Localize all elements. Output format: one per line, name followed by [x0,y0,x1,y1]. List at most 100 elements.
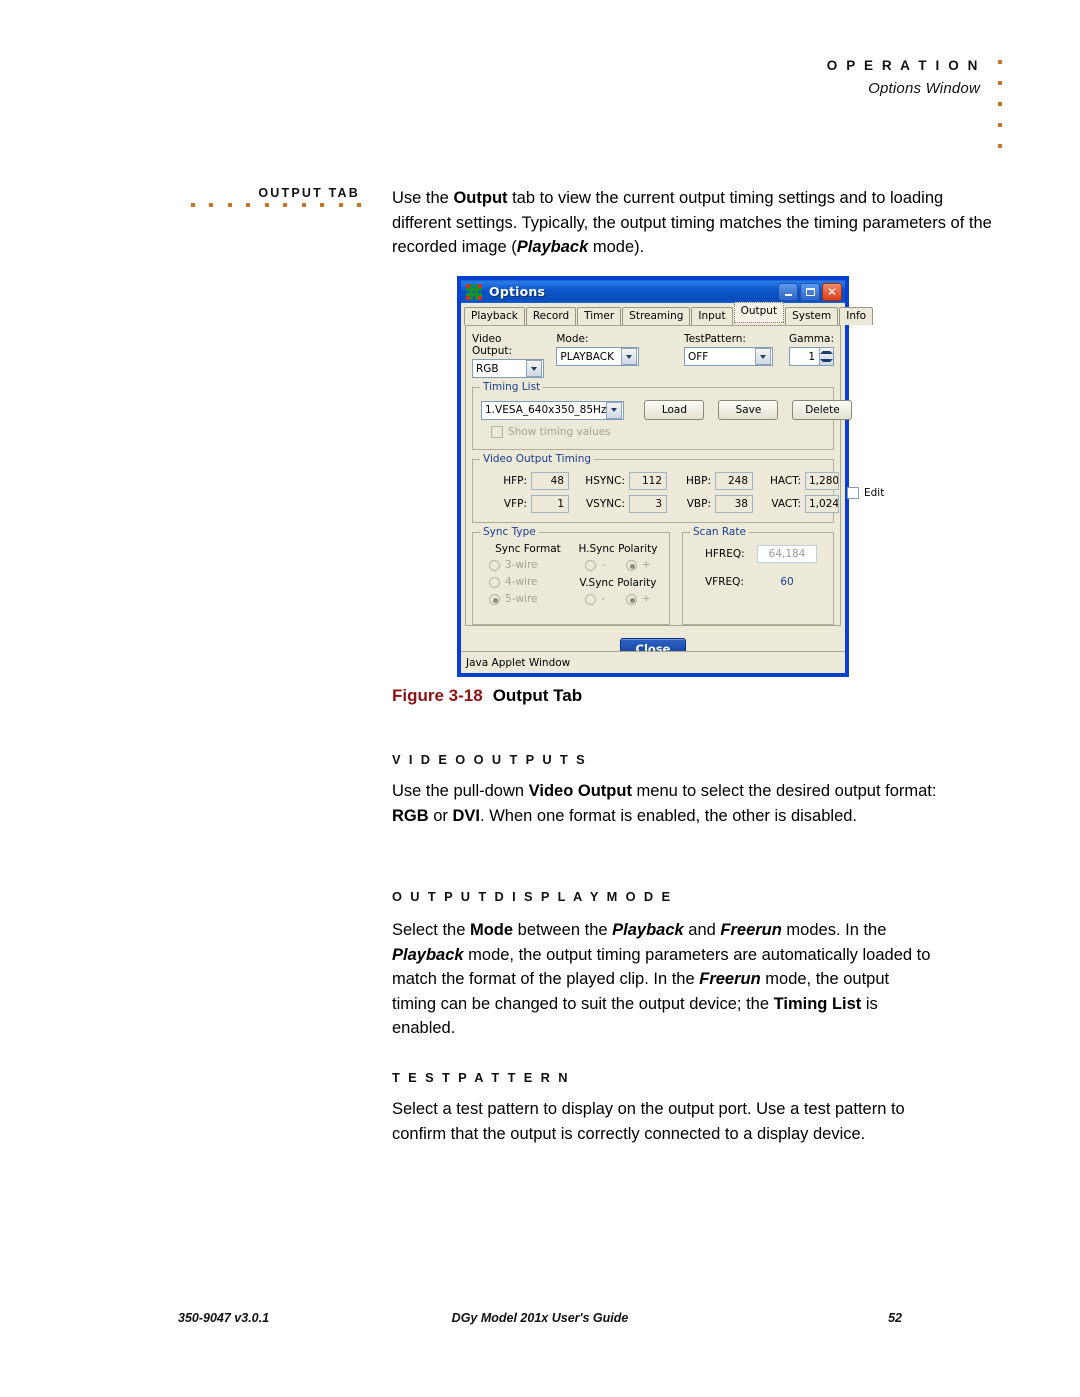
gamma-stepper-buttons[interactable] [819,348,833,365]
vo-text-e: or [428,806,453,825]
hfp-value[interactable]: 48 [531,472,569,490]
checkbox-box [491,426,503,438]
tab-output[interactable]: Output [733,302,785,323]
chevron-down-icon[interactable] [620,348,637,365]
vsync-value[interactable]: 3 [629,495,667,513]
figure-number: Figure 3-18 [392,686,483,705]
dot [998,144,1002,148]
hsync-polarity-label: H.Sync Polarity [578,543,658,555]
scan-rate-group: Scan Rate HFREQ: 64,184 VFREQ: 60 [682,526,834,625]
tab-record[interactable]: Record [525,307,577,325]
dot [998,102,1002,106]
chevron-down-icon[interactable] [755,348,771,365]
stepper-up-icon[interactable] [820,348,833,357]
hsync-minus-radio[interactable]: - [585,559,605,571]
dot [320,203,325,207]
hact-value[interactable]: 1,280 [805,472,839,490]
show-timing-values-checkbox[interactable]: Show timing values [491,426,825,438]
load-button[interactable]: Load [644,400,705,420]
window-controls[interactable]: ✕ [778,282,842,301]
intro-bold-output: Output [453,189,508,207]
vo-bold-dvi: DVI [452,806,481,825]
vsync-plus-radio[interactable]: + [625,593,651,605]
scan-rate-legend: Scan Rate [690,526,749,538]
dot [998,60,1002,64]
dot [356,203,361,207]
video-output-select[interactable]: RGB [472,359,545,378]
output-display-mode-body: Select the Mode between the Playback and… [392,918,937,1041]
hsync-plus-radio[interactable]: + [625,559,651,571]
minimize-icon[interactable] [778,282,798,301]
maximize-icon[interactable] [800,282,820,301]
tab-system[interactable]: System [785,307,839,325]
mode-label: Mode: [556,333,589,345]
gamma-value: 1 [808,350,815,363]
tab-info[interactable]: Info [839,307,874,325]
sync-type-group: Sync Type Sync Format 3-wire 4-wire 5-wi… [472,526,670,625]
timing-list-group: Timing List 1.VESA_640x350_85Hz Load Sav… [472,381,853,450]
tab-timer[interactable]: Timer [577,307,622,325]
vsync-label: VSYNC: [586,498,625,510]
tab-streaming[interactable]: Streaming [622,307,691,325]
dot [191,203,195,207]
margin-label-output-tab: OUTPUT TAB [258,186,360,200]
grid-icon [466,283,482,300]
vo-bold-rgb: RGB [392,806,429,825]
chevron-down-icon[interactable] [606,401,623,419]
gamma-field[interactable]: Gamma: 1 [789,333,834,366]
delete-button[interactable]: Delete [792,400,853,420]
tab-input[interactable]: Input [691,307,733,325]
figure-title: Output Tab [492,686,583,705]
timing-list-legend: Timing List [480,381,544,393]
close-icon[interactable]: ✕ [822,282,842,301]
dialog-title: Options [489,284,546,299]
testpattern-value: OFF [687,350,709,363]
dialog-tabstrip[interactable]: Playback Record Timer Streaming Input Ou… [461,302,874,325]
timing-list-value: 1.VESA_640x350_85Hz [485,404,607,416]
hbp-value[interactable]: 248 [715,472,753,490]
edit-checkbox[interactable]: Edit [847,486,884,499]
dot [998,81,1002,85]
video-output-value: RGB [476,362,499,375]
timing-list-select[interactable]: 1.VESA_640x350_85Hz [481,400,625,420]
options-dialog[interactable]: Options ✕ Playback Record Timer Streamin… [458,277,884,676]
test-pattern-body: Select a test pattern to display on the … [392,1097,937,1146]
vbp-value[interactable]: 38 [715,495,753,513]
vo-text-g: . When one format is enabled, the other … [480,806,858,825]
dm-text-e: and [683,921,721,939]
hsync-value[interactable]: 112 [629,472,667,490]
vfp-label: VFP: [503,498,527,510]
tab-playback[interactable]: Playback [464,307,525,325]
vfp-value[interactable]: 1 [531,495,569,513]
video-outputs-body: Use the pull-down Video Output menu to s… [392,779,937,828]
testpattern-field[interactable]: TestPattern: OFF [683,333,773,366]
section-heading-test-pattern: T E S T P A T T E R N [392,1069,570,1087]
hfreq-value: 64,184 [757,545,817,563]
save-button[interactable]: Save [718,400,779,420]
dm-text-a: Select the [392,921,470,939]
stepper-down-icon[interactable] [820,357,833,366]
mode-select[interactable]: PLAYBACK [556,347,639,366]
vact-value[interactable]: 1,024 [805,495,839,513]
vo-bold-video-output: Video Output [528,782,632,800]
vsync-minus-radio[interactable]: - [585,593,605,605]
radio-4-wire-label: 4-wire [505,576,538,588]
chevron-down-icon[interactable] [526,360,543,377]
mode-field[interactable]: Mode: PLAYBACK [556,333,639,366]
radio-dot [625,559,637,571]
intro-paragraph: Use the Output tab to view the current o… [392,186,992,260]
dialog-titlebar[interactable]: Options ✕ [458,277,848,303]
testpattern-select[interactable]: OFF [683,347,773,366]
margin-dot-rule [191,203,361,207]
radio-3-wire-label: 3-wire [505,559,538,571]
radio-3-wire[interactable]: 3-wire [489,559,575,571]
radio-4-wire[interactable]: 4-wire [489,576,575,588]
radio-5-wire[interactable]: 5-wire [489,593,575,605]
hbp-label: HBP: [686,475,711,487]
dot [227,203,232,207]
hsync-minus-label: - [601,559,606,571]
gamma-stepper[interactable]: 1 [789,347,834,366]
gamma-label: Gamma: [789,333,834,345]
video-output-field[interactable]: Video Output: RGB [472,333,545,378]
radio-dot [585,559,597,571]
